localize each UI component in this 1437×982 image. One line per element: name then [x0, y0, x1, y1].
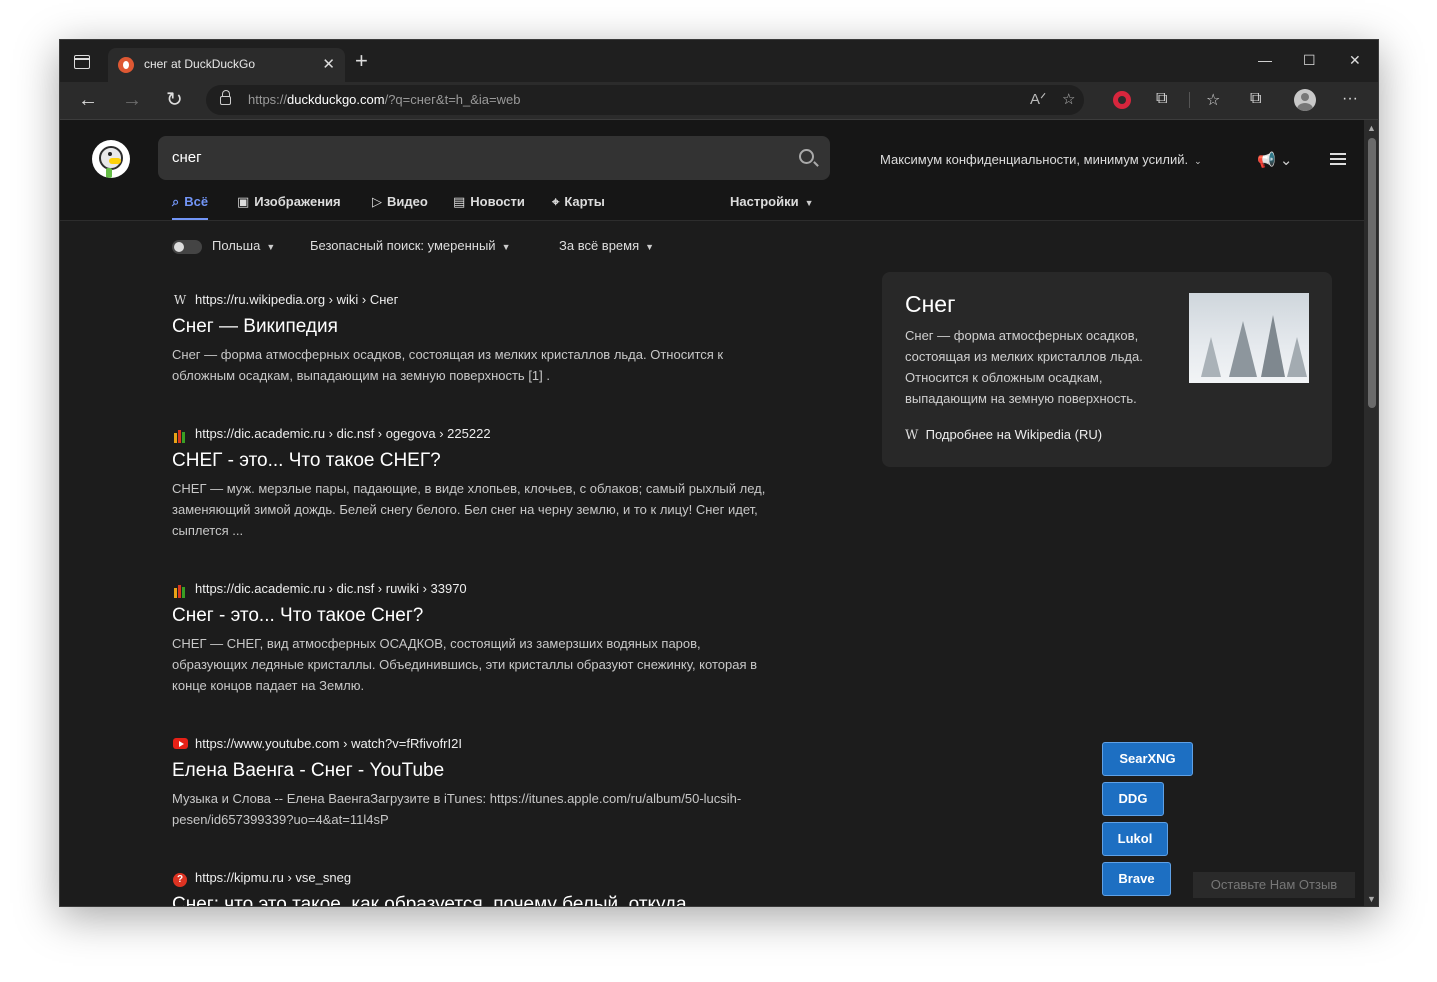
- browser-tab[interactable]: снег at DuckDuckGo ✕: [108, 48, 345, 82]
- collections-icon[interactable]: ⧉: [1250, 90, 1261, 108]
- tab-video[interactable]: ▷ Видео: [372, 194, 428, 220]
- duckduckgo-logo[interactable]: [92, 140, 130, 178]
- megaphone-icon[interactable]: 📢 ⌄: [1257, 151, 1292, 169]
- scrollbar[interactable]: ▲ ▼: [1364, 120, 1378, 906]
- result-snippet: СНЕГ — муж. мерзлые пары, падающие, в ви…: [172, 481, 766, 538]
- browser-toolbar: ← → ↻ https://duckduckgo.com/?q=снег&t=h…: [60, 82, 1378, 120]
- searxng-button[interactable]: SearXNG: [1102, 742, 1193, 776]
- close-tab-icon[interactable]: ✕: [322, 55, 335, 73]
- result-snippet: Снег — форма атмосферных осадков, состоя…: [172, 347, 724, 383]
- safe-search-filter[interactable]: Безопасный поиск: умеренный ▼: [310, 238, 511, 253]
- result-url[interactable]: https://dic.academic.ru › dic.nsf › ruwi…: [172, 581, 772, 599]
- duckduckgo-favicon-icon: [118, 57, 134, 73]
- profile-avatar[interactable]: [1294, 89, 1316, 111]
- extension-icon[interactable]: [1113, 91, 1131, 109]
- search-result: https://dic.academic.ru › dic.nsf › ruwi…: [172, 581, 772, 696]
- ddg-button[interactable]: DDG: [1102, 782, 1164, 816]
- brave-button[interactable]: Brave: [1102, 862, 1171, 896]
- academic-icon: [172, 429, 188, 443]
- close-window-icon[interactable]: ✕: [1349, 52, 1361, 69]
- scroll-down-icon[interactable]: ▼: [1367, 894, 1376, 904]
- minimize-icon[interactable]: —: [1258, 52, 1272, 68]
- image-icon: ▣: [237, 194, 250, 209]
- search-query[interactable]: снег: [172, 149, 202, 166]
- page-content: снег Максимум конфиденциальности, миниму…: [60, 120, 1364, 906]
- browser-window: снег at DuckDuckGo ✕ + — ☐ ✕ ← → ↻ https…: [59, 39, 1379, 907]
- result-url[interactable]: Whttps://ru.wikipedia.org › wiki › Снег: [172, 292, 772, 310]
- extensions-icon[interactable]: ⧉: [1156, 90, 1167, 108]
- knowledge-panel: Снег Снег — форма атмосферных осадков, с…: [882, 272, 1332, 467]
- time-filter[interactable]: За всё время ▼: [559, 238, 654, 253]
- result-url[interactable]: https://www.youtube.com › watch?v=fRfivo…: [172, 736, 772, 754]
- kipmu-icon: ?: [172, 871, 188, 887]
- search-result: https://dic.academic.ru › dic.nsf › ogeg…: [172, 426, 772, 541]
- settings-dropdown[interactable]: Настройки ▼: [730, 194, 814, 220]
- map-pin-icon: ⌖: [552, 194, 560, 209]
- more-icon[interactable]: ···: [1342, 90, 1358, 108]
- result-snippet: СНЕГ — СНЕГ, вид атмосферных ОСАДКОВ, со…: [172, 636, 758, 693]
- play-icon: ▷: [372, 194, 382, 209]
- forward-icon[interactable]: →: [122, 88, 142, 112]
- tab-title: снег at DuckDuckGo: [144, 57, 256, 71]
- address-bar[interactable]: https://duckduckgo.com/?q=снег&t=h_&ia=w…: [206, 85, 1084, 115]
- result-url[interactable]: ? https://kipmu.ru › vse_sneg: [172, 870, 772, 888]
- scroll-up-icon[interactable]: ▲: [1367, 123, 1376, 133]
- toolbar-divider: [1189, 92, 1190, 108]
- search-input[interactable]: снег: [158, 136, 830, 180]
- privacy-dropdown[interactable]: Максимум конфиденциальности, минимум уси…: [880, 152, 1202, 167]
- result-title[interactable]: Снег — Википедия: [172, 316, 772, 338]
- knowledge-panel-title: Снег: [905, 291, 956, 317]
- region-toggle[interactable]: [172, 240, 202, 254]
- snow-image[interactable]: [1189, 293, 1309, 383]
- back-icon[interactable]: ←: [78, 88, 98, 112]
- tab-images[interactable]: ▣ Изображения: [237, 194, 341, 220]
- scroll-thumb[interactable]: [1368, 138, 1376, 408]
- ddg-header: снег Максимум конфиденциальности, миниму…: [60, 120, 1364, 221]
- knowledge-panel-text: Снег — форма атмосферных осадков, состоя…: [905, 328, 1143, 406]
- result-url[interactable]: https://dic.academic.ru › dic.nsf › ogeg…: [172, 426, 772, 444]
- url-text[interactable]: https://duckduckgo.com/?q=снег&t=h_&ia=w…: [248, 92, 520, 107]
- menu-icon[interactable]: [1330, 153, 1346, 165]
- tab-maps[interactable]: ⌖ Карты: [552, 194, 605, 220]
- search-icon: ⌕: [172, 194, 180, 209]
- search-result: ? https://kipmu.ru › vse_sneg Снег: что э…: [172, 870, 772, 906]
- news-icon: ▤: [453, 194, 466, 209]
- academic-icon: [172, 584, 188, 598]
- result-snippet: Музыка и Слова -- Елена ВаенгаЗагрузите …: [172, 791, 742, 827]
- tab-all[interactable]: ⌕ Всё: [172, 194, 209, 220]
- search-icon[interactable]: [799, 149, 814, 164]
- wikipedia-icon: W: [173, 293, 187, 307]
- search-result: Whttps://ru.wikipedia.org › wiki › Снег …: [172, 292, 772, 386]
- result-title[interactable]: Снег - это... Что такое Снег?: [172, 605, 772, 627]
- region-filter[interactable]: Польша ▼: [212, 238, 275, 253]
- title-bar: снег at DuckDuckGo ✕ + — ☐ ✕: [60, 40, 1378, 82]
- favorites-icon[interactable]: ☆: [1206, 90, 1220, 110]
- wikipedia-icon: W: [905, 428, 919, 443]
- result-title[interactable]: Снег: что это такое, как образуется, поч…: [172, 894, 772, 906]
- new-tab-icon[interactable]: +: [355, 50, 368, 72]
- add-favorite-icon[interactable]: ☆: [1062, 90, 1075, 108]
- youtube-icon: [172, 737, 188, 751]
- maximize-icon[interactable]: ☐: [1303, 52, 1316, 69]
- lock-icon[interactable]: [220, 90, 231, 105]
- wikipedia-more-link[interactable]: W Подробнее на Wikipedia (RU): [905, 427, 1102, 443]
- refresh-icon[interactable]: ↻: [166, 88, 183, 112]
- feedback-button[interactable]: Оставьте Нам Отзыв: [1193, 872, 1355, 898]
- search-result: https://www.youtube.com › watch?v=fRfivo…: [172, 736, 772, 830]
- read-aloud-icon[interactable]: Aᐟ: [1030, 90, 1046, 108]
- tab-actions-icon[interactable]: [74, 55, 90, 69]
- result-title[interactable]: Елена Ваенга - Снег - YouTube: [172, 760, 772, 782]
- tab-news[interactable]: ▤ Новости: [453, 194, 525, 220]
- result-title[interactable]: СНЕГ - это... Что такое СНЕГ?: [172, 450, 772, 472]
- lukol-button[interactable]: Lukol: [1102, 822, 1168, 856]
